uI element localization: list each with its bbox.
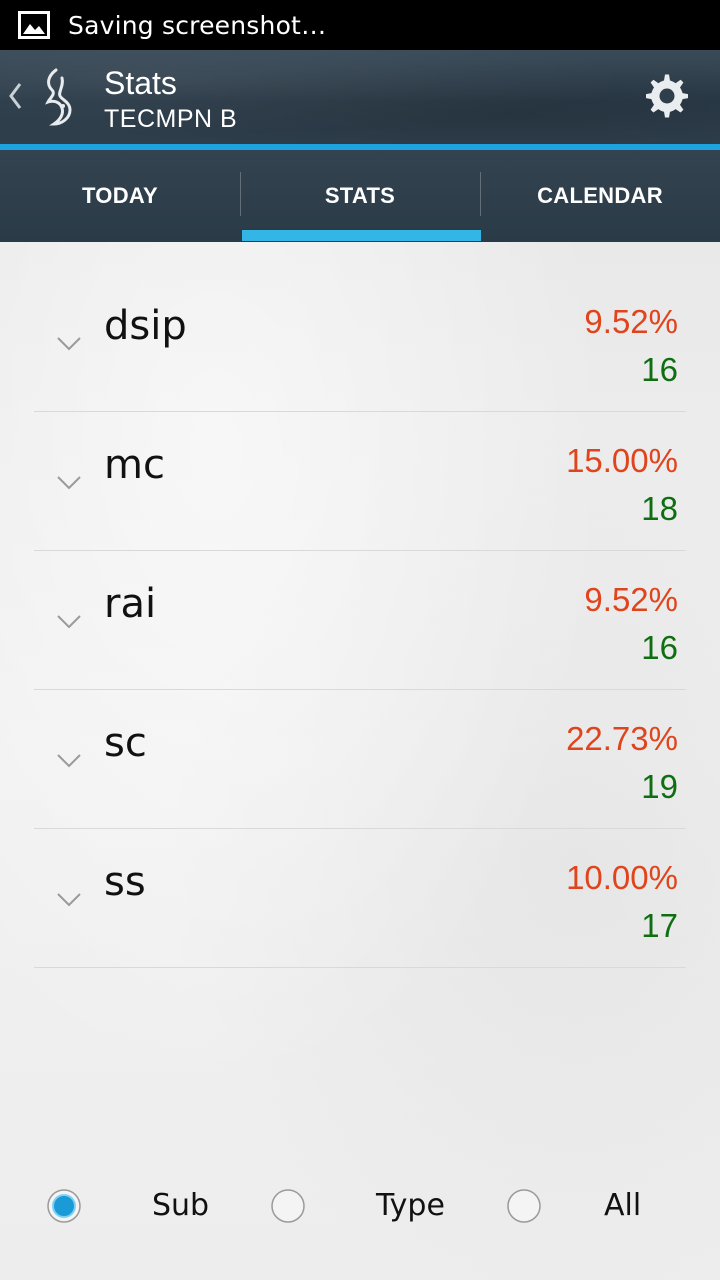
subject-count: 17 bbox=[641, 907, 678, 944]
radio-type[interactable] bbox=[270, 1188, 306, 1224]
list-item[interactable]: sc 22.73% 19 bbox=[0, 659, 720, 829]
radio-label-sub[interactable]: Sub bbox=[152, 1186, 209, 1226]
subject-percent: 22.73% bbox=[566, 720, 678, 757]
list-item[interactable]: dsip 9.52% 16 bbox=[0, 242, 720, 412]
chevron-down-icon[interactable] bbox=[56, 892, 82, 908]
title-group: Stats TECMPN B bbox=[104, 62, 237, 134]
divider bbox=[34, 967, 686, 968]
tab-today[interactable]: TODAY bbox=[0, 150, 240, 242]
subject-name: rai bbox=[104, 581, 157, 627]
subject-name: ss bbox=[104, 859, 146, 905]
status-bar: Saving screenshot… bbox=[0, 0, 720, 50]
page-title: Stats bbox=[104, 65, 177, 101]
tab-stats[interactable]: STATS bbox=[240, 150, 480, 242]
action-bar: Stats TECMPN B bbox=[0, 50, 720, 144]
list-item[interactable]: ss 10.00% 17 bbox=[0, 798, 720, 968]
chevron-down-icon[interactable] bbox=[56, 614, 82, 630]
subject-percent: 9.52% bbox=[584, 303, 678, 340]
chevron-down-icon[interactable] bbox=[56, 475, 82, 491]
image-icon bbox=[18, 11, 50, 39]
subject-percent: 9.52% bbox=[584, 581, 678, 618]
chevron-down-icon[interactable] bbox=[56, 336, 82, 352]
tab-bar: TODAY STATS CALENDAR bbox=[0, 150, 720, 242]
chevron-down-icon[interactable] bbox=[56, 753, 82, 769]
tab-indicator bbox=[242, 230, 481, 241]
radio-label-all[interactable]: All bbox=[604, 1186, 641, 1226]
subject-name: mc bbox=[104, 442, 165, 488]
radio-all[interactable] bbox=[506, 1188, 542, 1224]
app-screen: Saving screenshot… Stats TECMPN B TODAY … bbox=[0, 0, 720, 1280]
subject-name: sc bbox=[104, 720, 147, 766]
status-text: Saving screenshot… bbox=[68, 10, 327, 40]
list-item[interactable]: rai 9.52% 16 bbox=[0, 520, 720, 690]
subject-percent: 15.00% bbox=[566, 442, 678, 479]
tab-calendar[interactable]: CALENDAR bbox=[480, 150, 720, 242]
app-logo[interactable] bbox=[36, 66, 76, 128]
stats-list: dsip 9.52% 16 mc 15.00% 18 rai 9.52% 16 … bbox=[0, 242, 720, 1280]
radio-label-type[interactable]: Type bbox=[376, 1186, 445, 1226]
list-item[interactable]: mc 15.00% 18 bbox=[0, 381, 720, 551]
chevron-left-icon[interactable] bbox=[6, 80, 24, 112]
radio-sub[interactable] bbox=[46, 1188, 82, 1224]
gear-icon[interactable] bbox=[644, 74, 690, 120]
subject-percent: 10.00% bbox=[566, 859, 678, 896]
subject-name: dsip bbox=[104, 303, 187, 349]
page-subtitle: TECMPN B bbox=[104, 105, 238, 133]
